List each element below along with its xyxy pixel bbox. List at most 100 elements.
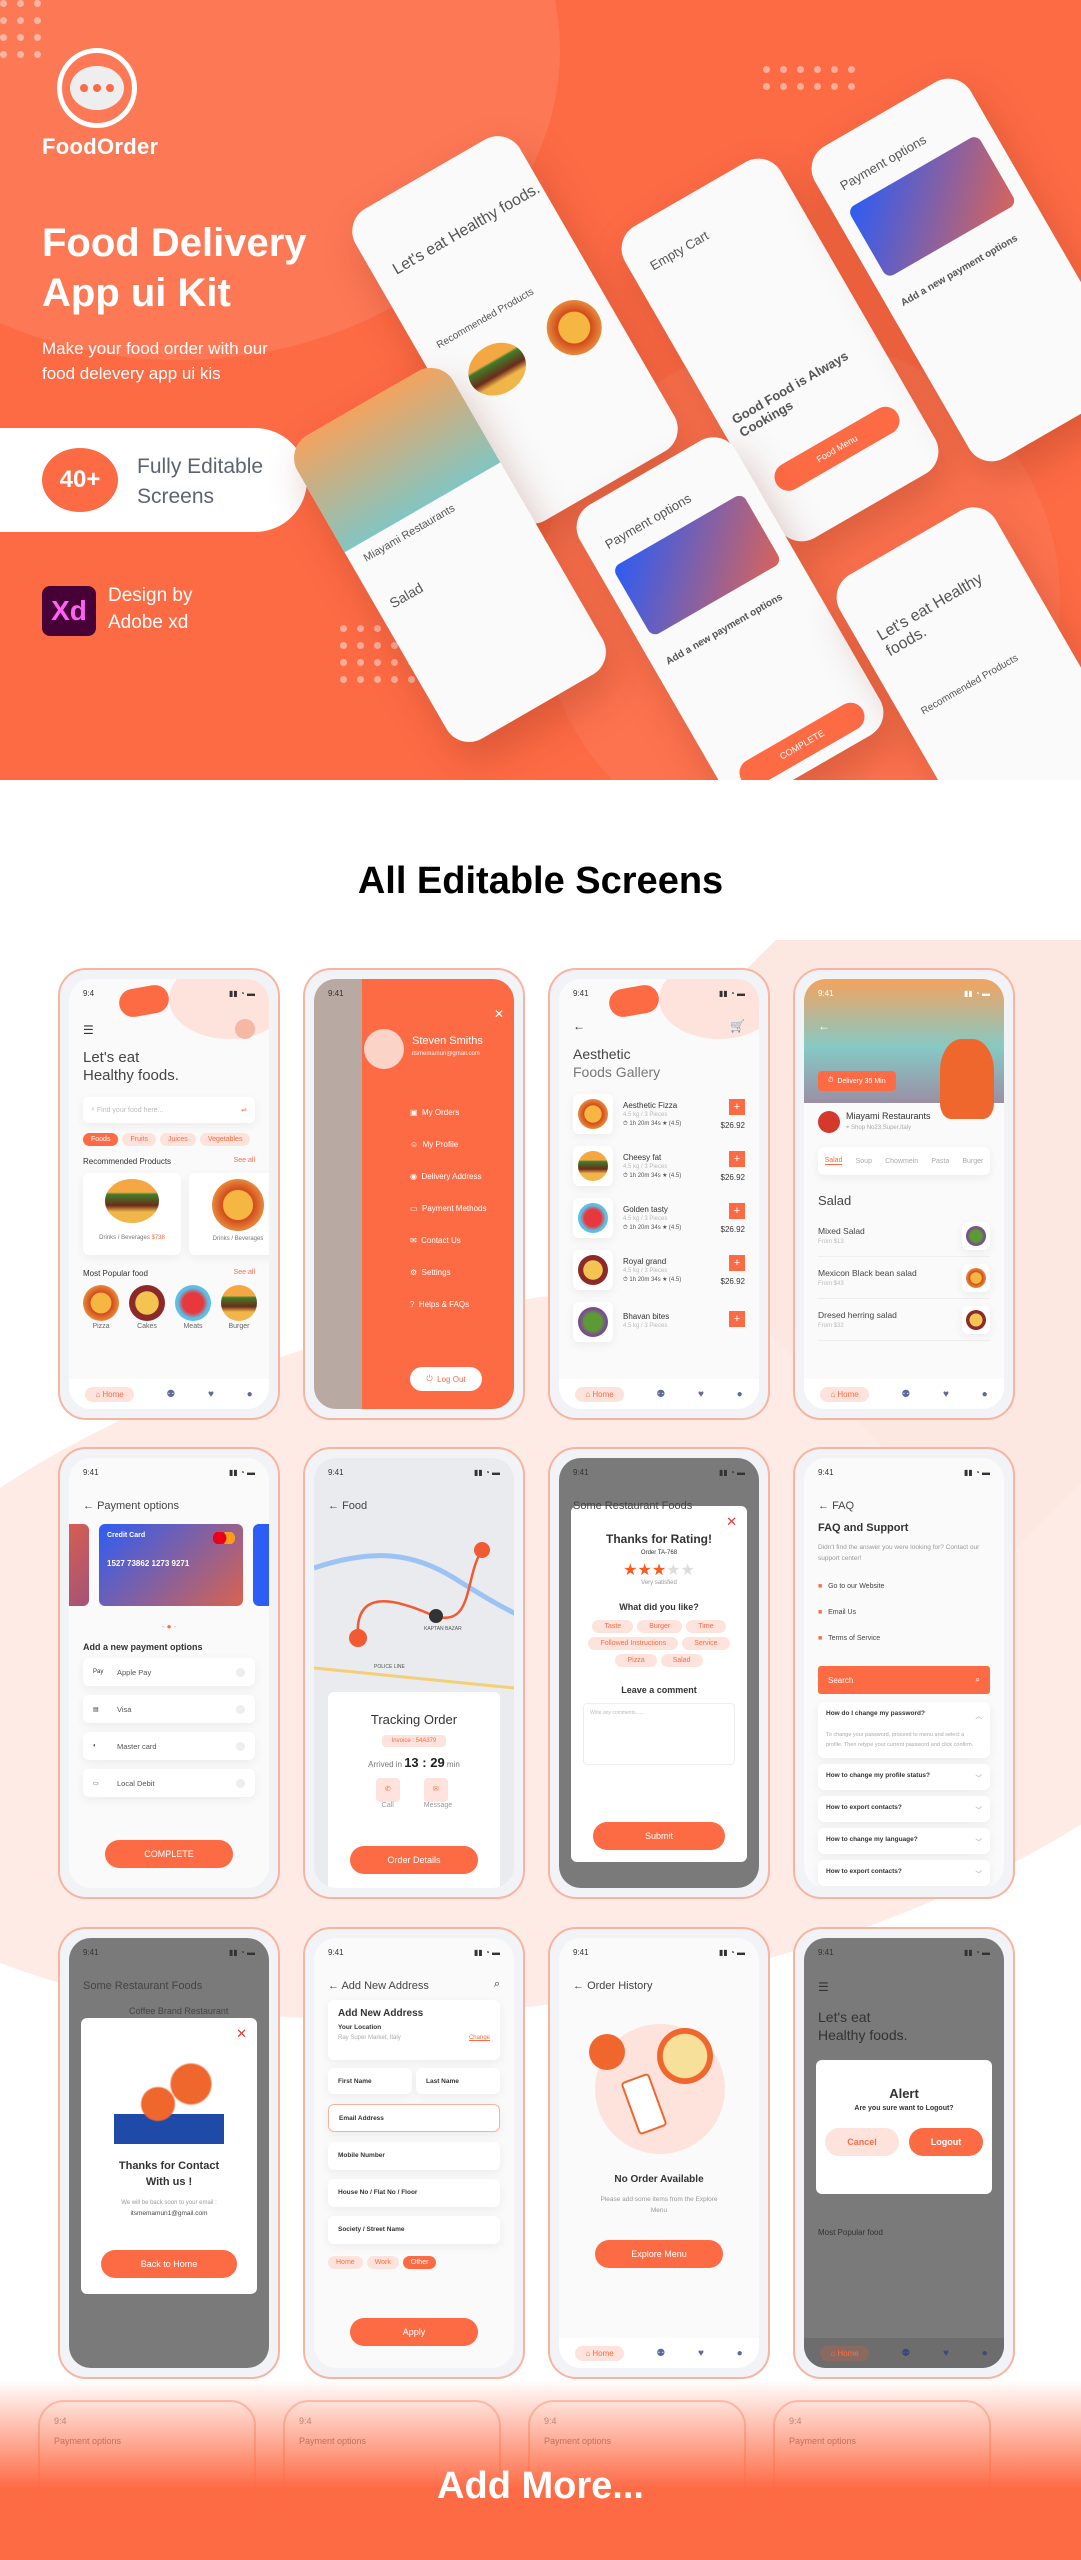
call-button[interactable]: ✆ Call [375, 1778, 400, 1809]
order-details-button[interactable]: Order Details [350, 1846, 478, 1874]
tab-salad[interactable]: Salad [824, 1157, 843, 1165]
message-button[interactable]: ✉ Message [423, 1778, 452, 1809]
nav-favorites-icon[interactable]: ♥ [698, 2348, 704, 2359]
dish-item[interactable]: Mixed Salad From $13 [818, 1215, 990, 1257]
popular-item[interactable]: Meats [175, 1285, 211, 1330]
search-icon[interactable]: ⌕ [494, 1978, 500, 1991]
change-location-link[interactable]: Change [469, 2035, 490, 2041]
link-website[interactable]: ■ Go to our Website [818, 1574, 884, 1600]
food-list-item[interactable]: Cheesy fat 4.5 kg / 3 Pieces ⏱ 1h 20m 34… [573, 1141, 745, 1191]
avatar[interactable] [235, 1019, 255, 1039]
nav-profile-icon[interactable]: ● [982, 1389, 988, 1400]
faq-item[interactable]: How to change my language? ﹀ [818, 1828, 990, 1854]
like-tag[interactable]: Taste [592, 1620, 634, 1633]
comment-textarea[interactable]: Write any comments....... [583, 1703, 735, 1765]
link-email[interactable]: ■ Email Us [818, 1600, 884, 1626]
back-arrow-icon[interactable]: ← [328, 1980, 339, 1992]
close-icon[interactable]: ✕ [236, 2026, 247, 2042]
close-icon[interactable]: ✕ [726, 1514, 737, 1530]
menu-payment-methods[interactable]: ▭ Payment Methods [410, 1193, 487, 1225]
nav-favorites-icon[interactable]: ♥ [208, 1389, 214, 1400]
like-tag[interactable]: Pizza [615, 1654, 657, 1667]
tab-soup[interactable]: Soup [856, 1158, 872, 1165]
last-name-input[interactable]: Last Name [416, 2068, 500, 2094]
faq-item[interactable]: How to export contacts? ﹀ [818, 1860, 990, 1886]
faq-item[interactable]: How to change my profile status? ﹀ [818, 1764, 990, 1790]
first-name-input[interactable]: First Name [328, 2068, 412, 2094]
star-rating[interactable]: ★★★★★ [571, 1560, 747, 1580]
filter-icon[interactable]: ⇌ [241, 1106, 247, 1114]
map[interactable] [314, 1458, 514, 1718]
add-to-cart-button[interactable]: + [729, 1311, 745, 1327]
faq-item[interactable]: How to export contacts? ﹀ [818, 1796, 990, 1822]
back-arrow-icon[interactable]: ← [818, 1500, 829, 1512]
logout-confirm-button[interactable]: Logout [909, 2128, 983, 2156]
back-arrow-icon[interactable]: ← [83, 1500, 94, 1512]
street-input[interactable]: Society / Street Name [328, 2216, 500, 2244]
dish-item[interactable]: Dresed herring salad From $32 [818, 1299, 990, 1341]
nav-profile-icon[interactable]: ● [247, 1389, 253, 1400]
popular-item[interactable]: Pizza [83, 1285, 119, 1330]
nav-home[interactable]: ⌂ Home [575, 2345, 624, 2361]
nav-explore-icon[interactable]: ⚉ [901, 1389, 910, 1400]
menu-icon[interactable]: ☰ [83, 1023, 94, 1037]
product-card[interactable]: Drinks / Beverages [189, 1173, 269, 1255]
radio-button[interactable] [236, 1667, 245, 1677]
mobile-input[interactable]: Mobile Number [328, 2142, 500, 2170]
star-icon[interactable]: ★ [652, 1562, 666, 1579]
payment-option[interactable]: ▭ Local Debit [83, 1769, 255, 1797]
radio-button[interactable] [236, 1704, 245, 1714]
apply-button[interactable]: Apply [350, 2318, 478, 2346]
type-other[interactable]: Other [402, 2256, 437, 2269]
add-to-cart-button[interactable]: + [729, 1098, 745, 1115]
submit-button[interactable]: Submit [593, 1822, 725, 1850]
nav-explore-icon[interactable]: ⚉ [656, 1389, 665, 1400]
product-card[interactable]: Drinks / Beverages $738 [83, 1173, 181, 1255]
category-fruits[interactable]: Fruits [122, 1133, 156, 1146]
like-tag[interactable]: Followed Instructions [588, 1637, 679, 1650]
popular-item[interactable]: Cakes [129, 1285, 165, 1330]
menu-my-profile[interactable]: ☺ My Profile [410, 1129, 487, 1161]
tab-chowmein[interactable]: Chowmein [885, 1158, 918, 1165]
category-foods[interactable]: Foods [83, 1133, 119, 1146]
add-to-cart-button[interactable]: + [729, 1150, 745, 1167]
menu-settings[interactable]: ⚙ Settings [410, 1257, 487, 1289]
back-arrow-icon[interactable]: ← [818, 1019, 830, 1033]
tab-burger[interactable]: Burger [962, 1158, 983, 1165]
radio-button[interactable] [236, 1741, 245, 1751]
radio-button[interactable] [236, 1778, 245, 1788]
logout-button[interactable]: ⏻ Log Out [410, 1367, 482, 1391]
star-icon[interactable]: ★ [637, 1562, 651, 1579]
search-input[interactable]: ⌕ Find your food here... ⇌ [83, 1097, 255, 1123]
like-tag[interactable]: Time [686, 1620, 726, 1633]
star-icon[interactable]: ★ [623, 1562, 637, 1579]
like-tag[interactable]: Burger [637, 1620, 683, 1633]
food-list-item[interactable]: Bhavan bites 4.5 kg / 3 Pieces + [573, 1297, 745, 1347]
menu-my-orders[interactable]: ▣ My Orders [410, 1097, 487, 1129]
nav-profile-icon[interactable]: ● [737, 2348, 743, 2359]
add-to-cart-button[interactable]: + [729, 1202, 745, 1219]
complete-button[interactable]: COMPLETE [105, 1840, 233, 1868]
like-tag[interactable]: Salad [660, 1654, 703, 1667]
menu-delivery-address[interactable]: ◉ Delivery Address [410, 1161, 487, 1193]
nav-favorites-icon[interactable]: ♥ [943, 1389, 949, 1400]
star-icon[interactable]: ★ [666, 1562, 680, 1579]
explore-menu-button[interactable]: Explore Menu [595, 2240, 723, 2268]
cancel-button[interactable]: Cancel [825, 2128, 899, 2156]
faq-item[interactable]: How do I change my password? ︿ To change y… [818, 1702, 990, 1758]
type-home[interactable]: Home [328, 2256, 363, 2269]
nav-home[interactable]: ⌂ Home [85, 1386, 134, 1402]
nav-profile-icon[interactable]: ● [737, 1389, 743, 1400]
cart-icon[interactable]: 🛒 [730, 1019, 745, 1033]
back-to-home-button[interactable]: Back to Home [101, 2250, 237, 2278]
credit-card[interactable]: Credit Card 1527 73862 1273 9271 [99, 1524, 243, 1606]
see-all-link[interactable]: See all [234, 1269, 255, 1276]
email-input[interactable]: Email Address [328, 2104, 500, 2132]
food-list-item[interactable]: Golden tasty 4.5 kg / 3 Pieces ⏱ 1h 20m … [573, 1193, 745, 1243]
popular-item[interactable]: Burger [221, 1285, 257, 1330]
add-to-cart-button[interactable]: + [729, 1254, 745, 1271]
link-terms[interactable]: ■ Terms of Service [818, 1626, 884, 1652]
credit-card-prev[interactable] [69, 1524, 89, 1606]
nav-favorites-icon[interactable]: ♥ [698, 1389, 704, 1400]
payment-option[interactable]: ▤ Visa [83, 1695, 255, 1723]
